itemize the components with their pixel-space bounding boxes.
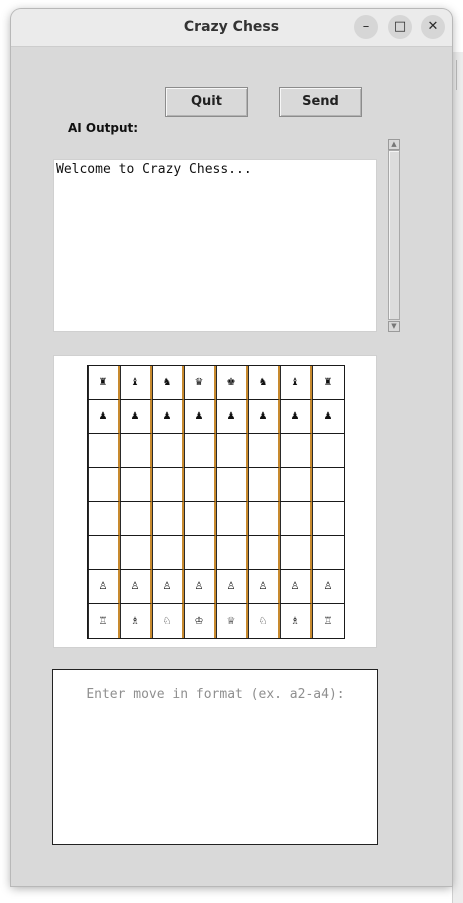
board-square[interactable] — [312, 434, 344, 468]
board-square[interactable] — [312, 502, 344, 536]
background-window-mark — [456, 60, 463, 90]
board-square[interactable]: ♟ — [88, 400, 120, 434]
board-square[interactable]: ♝ — [120, 366, 152, 400]
board-square[interactable]: ♖ — [312, 604, 344, 638]
board-square[interactable]: ♕ — [216, 604, 248, 638]
maximize-button[interactable]: □ — [388, 15, 412, 39]
board-square[interactable]: ♜ — [88, 366, 120, 400]
board-square[interactable]: ♟ — [120, 400, 152, 434]
close-button[interactable]: ✕ — [421, 15, 445, 39]
board-square[interactable]: ♙ — [152, 570, 184, 604]
board-square[interactable]: ♘ — [152, 604, 184, 638]
board-square[interactable] — [88, 434, 120, 468]
move-input-textbox[interactable]: Enter move in format (ex. a2-a4): — [52, 669, 378, 845]
board-square[interactable]: ♛ — [184, 366, 216, 400]
board-square[interactable]: ♘ — [248, 604, 280, 638]
board-square[interactable] — [152, 434, 184, 468]
board-square[interactable] — [120, 434, 152, 468]
board-square[interactable] — [184, 468, 216, 502]
board-square[interactable] — [280, 468, 312, 502]
board-square[interactable] — [152, 536, 184, 570]
scroll-up-arrow-icon[interactable]: ▲ — [388, 139, 400, 150]
board-square[interactable]: ♜ — [312, 366, 344, 400]
board-square[interactable] — [216, 468, 248, 502]
board-square[interactable] — [280, 502, 312, 536]
board-square[interactable] — [152, 468, 184, 502]
board-square[interactable] — [312, 536, 344, 570]
board-square[interactable]: ♞ — [152, 366, 184, 400]
app-window: Crazy Chess – □ ✕ Quit Send AI Output: W… — [11, 9, 452, 886]
board-square[interactable]: ♟ — [280, 400, 312, 434]
board-square[interactable] — [88, 502, 120, 536]
board-square[interactable] — [248, 434, 280, 468]
board-square[interactable] — [248, 502, 280, 536]
board-square[interactable] — [184, 434, 216, 468]
board-square[interactable] — [184, 502, 216, 536]
board-square[interactable] — [120, 536, 152, 570]
board-square[interactable]: ♔ — [184, 604, 216, 638]
chess-board[interactable]: ♜ ♝ ♞ ♛ ♚ ♞ ♝ ♜ ♟ ♟ ♟ ♟ ♟ ♟ ♟ ♟ ♙ ♙ ♙ ♙ ♙ ♙ ♙ ♙ ♖ ♗ ♘ ♔ ♕ ♘ ♗ ♖ — [87, 365, 345, 639]
board-square[interactable] — [216, 536, 248, 570]
board-square[interactable]: ♙ — [280, 570, 312, 604]
window-title: Crazy Chess — [183, 19, 280, 35]
board-square[interactable] — [280, 536, 312, 570]
minimize-button[interactable]: – — [354, 15, 378, 39]
board-square[interactable] — [120, 502, 152, 536]
scroll-down-arrow-icon[interactable]: ▼ — [388, 321, 400, 332]
board-square[interactable]: ♙ — [216, 570, 248, 604]
move-input-placeholder: Enter move in format (ex. a2-a4): — [86, 687, 345, 702]
board-square[interactable]: ♚ — [216, 366, 248, 400]
board-square[interactable] — [216, 434, 248, 468]
board-square[interactable]: ♙ — [312, 570, 344, 604]
ai-output-textbox[interactable]: Welcome to Crazy Chess... — [53, 159, 377, 332]
board-square[interactable]: ♟ — [312, 400, 344, 434]
ai-output-label: AI Output: — [68, 121, 139, 135]
scrollbar-thumb[interactable] — [388, 150, 400, 320]
board-square[interactable] — [216, 502, 248, 536]
send-button[interactable]: Send — [279, 87, 362, 117]
board-square[interactable]: ♙ — [248, 570, 280, 604]
board-square[interactable]: ♟ — [152, 400, 184, 434]
board-square[interactable]: ♗ — [280, 604, 312, 638]
board-square[interactable]: ♖ — [88, 604, 120, 638]
board-square[interactable] — [184, 536, 216, 570]
board-square[interactable]: ♙ — [88, 570, 120, 604]
output-scrollbar[interactable]: ▲ ▼ — [387, 138, 401, 333]
board-square[interactable]: ♙ — [184, 570, 216, 604]
board-square[interactable]: ♞ — [248, 366, 280, 400]
chess-board-panel: ♜ ♝ ♞ ♛ ♚ ♞ ♝ ♜ ♟ ♟ ♟ ♟ ♟ ♟ ♟ ♟ ♙ ♙ ♙ ♙ ♙ ♙ ♙ ♙ ♖ ♗ ♘ ♔ ♕ ♘ ♗ ♖ — [53, 355, 377, 648]
board-square[interactable] — [152, 502, 184, 536]
background-window-edge — [452, 52, 463, 903]
board-square[interactable]: ♗ — [120, 604, 152, 638]
board-square[interactable]: ♝ — [280, 366, 312, 400]
board-square[interactable] — [248, 468, 280, 502]
board-square[interactable]: ♙ — [120, 570, 152, 604]
board-square[interactable] — [312, 468, 344, 502]
board-square[interactable]: ♟ — [248, 400, 280, 434]
board-square[interactable] — [88, 536, 120, 570]
title-bar[interactable]: Crazy Chess – □ ✕ — [11, 9, 452, 47]
quit-button[interactable]: Quit — [165, 87, 248, 117]
board-square[interactable]: ♟ — [184, 400, 216, 434]
board-square[interactable]: ♟ — [216, 400, 248, 434]
board-square[interactable] — [120, 468, 152, 502]
board-square[interactable] — [88, 468, 120, 502]
board-square[interactable] — [248, 536, 280, 570]
board-square[interactable] — [280, 434, 312, 468]
